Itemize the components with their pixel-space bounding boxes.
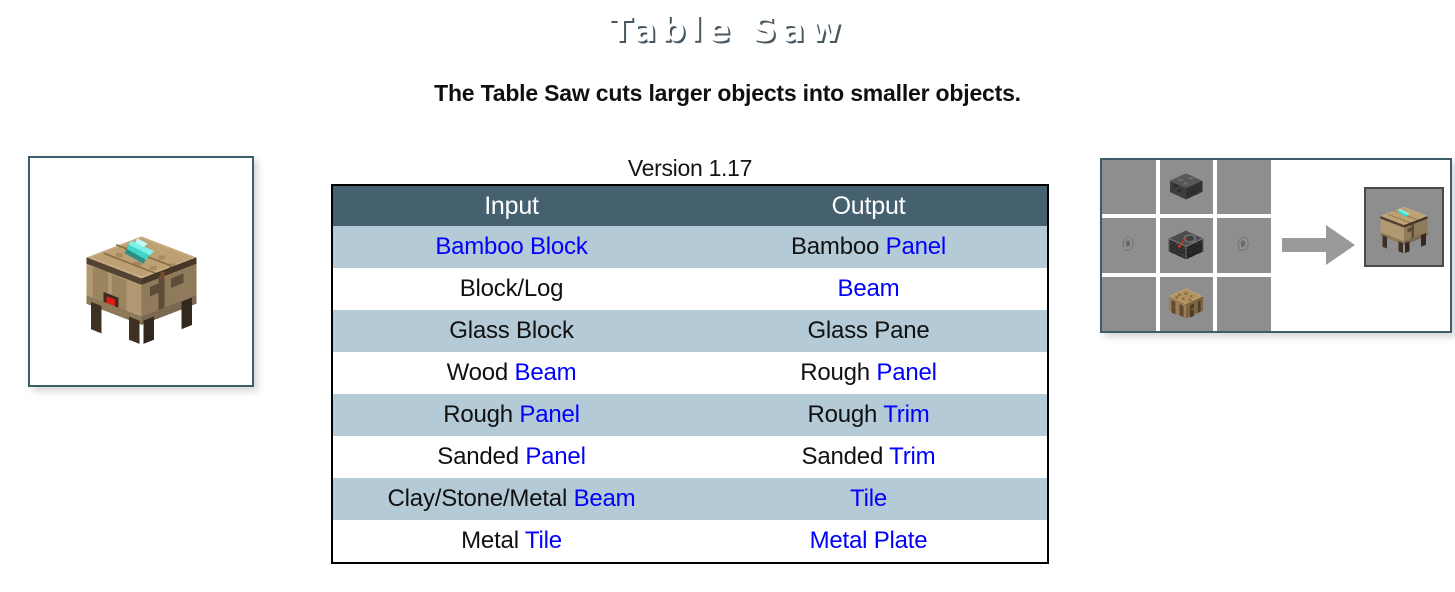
crafting-recipe-inner bbox=[1102, 160, 1450, 331]
column-header-input: Input bbox=[332, 185, 690, 226]
page-header-banner: Table Saw bbox=[0, 0, 1455, 62]
item-link[interactable]: Beam bbox=[515, 359, 577, 386]
item-link[interactable]: Beam bbox=[574, 485, 636, 512]
crafting-recipe-frame bbox=[1100, 158, 1452, 333]
table-row: Rough Panel Rough Trim bbox=[332, 394, 1048, 436]
item-text: Sanded bbox=[437, 443, 526, 470]
item-text: Sanded bbox=[801, 443, 890, 470]
table-cell-input: Rough Panel bbox=[332, 394, 690, 436]
table-row: Glass Block Glass Pane bbox=[332, 310, 1048, 352]
craft-slot-3[interactable] bbox=[1217, 160, 1271, 215]
table-cell-input: Wood Beam bbox=[332, 352, 690, 394]
item-text: Rough bbox=[807, 401, 884, 428]
table-cell-input: Metal Tile bbox=[332, 520, 690, 563]
table-cell-output: Rough Panel bbox=[690, 352, 1048, 394]
item-link[interactable]: Trim bbox=[883, 401, 929, 428]
item-link[interactable]: Panel bbox=[525, 443, 586, 470]
table-cell-input: Block/Log bbox=[332, 268, 690, 310]
table-row: Clay/Stone/Metal Beam Tile bbox=[332, 478, 1048, 520]
item-link[interactable]: Tile bbox=[850, 485, 887, 512]
table-cell-output: Sanded Trim bbox=[690, 436, 1048, 478]
item-link[interactable]: Panel bbox=[519, 401, 580, 428]
right-arrow-icon bbox=[1282, 222, 1356, 268]
item-text: Block/Log bbox=[459, 275, 564, 302]
table-cell-input: Glass Block bbox=[332, 310, 690, 352]
item-text: Clay/Stone/Metal bbox=[387, 485, 574, 512]
block-preview-frame bbox=[28, 156, 254, 387]
table-cell-input: Sanded Panel bbox=[332, 436, 690, 478]
table-row: Wood Beam Rough Panel bbox=[332, 352, 1048, 394]
table-cell-output: Beam bbox=[690, 268, 1048, 310]
item-text: Bamboo bbox=[790, 233, 886, 260]
table-cell-output: Glass Pane bbox=[690, 310, 1048, 352]
item-text: Wood bbox=[446, 359, 515, 386]
craft-slot-6[interactable] bbox=[1217, 218, 1271, 273]
craft-slot-2[interactable] bbox=[1159, 160, 1214, 215]
item-text: Rough bbox=[800, 359, 877, 386]
table-saw-block-icon bbox=[1375, 196, 1433, 259]
table-saw-block-svg bbox=[86, 236, 196, 344]
item-link[interactable]: Panel bbox=[876, 359, 937, 386]
table-cell-input: Bamboo Block bbox=[332, 226, 690, 268]
item-text: Rough bbox=[443, 401, 520, 428]
table-row: Metal Tile Metal Plate bbox=[332, 520, 1048, 563]
table-cell-output: Tile bbox=[690, 478, 1048, 520]
craft-slot-9[interactable] bbox=[1217, 276, 1271, 331]
table-row: Bamboo Block Bamboo Panel bbox=[332, 226, 1048, 268]
item-link[interactable]: Bamboo Block bbox=[435, 233, 588, 260]
craft-slot-1[interactable] bbox=[1102, 160, 1156, 215]
craft-slot-8[interactable] bbox=[1159, 276, 1214, 331]
version-label: Version 1.17 bbox=[627, 155, 753, 181]
metal-block-icon bbox=[1166, 167, 1206, 207]
item-link[interactable]: Metal Plate bbox=[810, 527, 928, 554]
item-link[interactable]: Tile bbox=[525, 527, 562, 554]
item-link[interactable]: Trim bbox=[889, 443, 935, 470]
item-text: Metal bbox=[461, 527, 525, 554]
column-header-output: Output bbox=[690, 185, 1048, 226]
item-text: Glass Block bbox=[449, 317, 574, 344]
craft-slot-5[interactable] bbox=[1159, 218, 1214, 273]
table-row: Sanded Panel Sanded Trim bbox=[332, 436, 1048, 478]
crafting-table-icon bbox=[1165, 283, 1207, 325]
page-title: Table Saw bbox=[609, 10, 846, 50]
item-text: Glass Pane bbox=[807, 317, 930, 344]
table-header-row: Input Output bbox=[332, 185, 1048, 226]
item-link[interactable]: Panel bbox=[886, 233, 947, 260]
craft-slot-7[interactable] bbox=[1102, 276, 1156, 331]
table-saw-block-icon bbox=[74, 211, 209, 346]
craft-result-slot[interactable] bbox=[1364, 187, 1444, 267]
iron-nugget-icon bbox=[1233, 234, 1255, 256]
table-cell-output: Rough Trim bbox=[690, 394, 1048, 436]
page-subtitle: The Table Saw cuts larger objects into s… bbox=[434, 80, 1021, 106]
recipe-table-body: Bamboo Block Bamboo Panel Block/Log Beam Gla… bbox=[332, 226, 1048, 563]
recipe-table: Input Output Bamboo Block Bamboo Panel Blo… bbox=[331, 184, 1049, 564]
item-link[interactable]: Beam bbox=[838, 275, 900, 302]
craft-slot-4[interactable] bbox=[1102, 218, 1156, 273]
machine-frame-icon bbox=[1165, 224, 1207, 266]
table-cell-output: Metal Plate bbox=[690, 520, 1048, 563]
table-cell-input: Clay/Stone/Metal Beam bbox=[332, 478, 690, 520]
crafting-grid bbox=[1102, 160, 1271, 331]
iron-nugget-icon bbox=[1118, 234, 1140, 256]
table-row: Block/Log Beam bbox=[332, 268, 1048, 310]
table-cell-output: Bamboo Panel bbox=[690, 226, 1048, 268]
recipe-table-head: Input Output bbox=[332, 185, 1048, 226]
